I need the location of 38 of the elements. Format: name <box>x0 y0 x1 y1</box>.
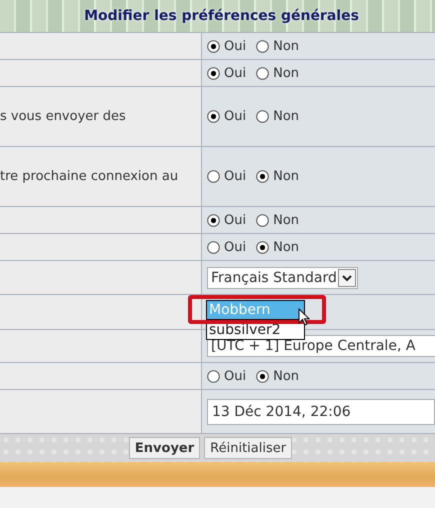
radio-label[interactable]: Non <box>273 368 300 384</box>
radio-label[interactable]: Oui <box>224 66 246 80</box>
radio-label[interactable]: Non <box>273 38 300 54</box>
radio-label[interactable]: Non <box>273 66 300 80</box>
radio-button[interactable] <box>207 40 220 52</box>
radio-button[interactable] <box>207 240 220 254</box>
label-cell: tre prochaine connexion au <box>0 147 202 206</box>
radio-button[interactable] <box>256 40 270 52</box>
radio-button[interactable] <box>207 110 220 123</box>
radio-label[interactable]: Oui <box>224 240 246 254</box>
radio-button[interactable] <box>256 110 270 123</box>
radio-button[interactable] <box>256 66 270 80</box>
select-field[interactable]: [UTC + 1] Europe Centrale, A <box>207 335 435 357</box>
radio-label[interactable]: Non <box>273 212 300 228</box>
radio-label[interactable]: Oui <box>224 169 246 184</box>
radio-button[interactable] <box>207 170 220 183</box>
radio-button[interactable] <box>256 214 270 226</box>
radio-label[interactable]: Non <box>273 240 300 254</box>
radio-button[interactable] <box>256 170 270 183</box>
radio-label[interactable]: Non <box>273 109 300 124</box>
select-field[interactable]: Français Standard <box>207 266 358 288</box>
radio-label[interactable]: Oui <box>224 368 246 384</box>
chevron-down-icon <box>338 268 356 286</box>
radio-label[interactable]: Oui <box>224 38 246 54</box>
label-cell: s vous envoyer des <box>0 87 202 146</box>
radio-button[interactable] <box>207 214 220 226</box>
radio-label[interactable]: Oui <box>224 109 246 124</box>
radio-button[interactable] <box>256 240 270 254</box>
radio-label[interactable]: Oui <box>224 212 246 228</box>
section-title: Modifier les préférences générales <box>84 8 359 24</box>
cursor-icon <box>298 308 310 326</box>
reset-button[interactable]: Réinitialiser <box>204 437 292 459</box>
radio-button[interactable] <box>207 370 220 382</box>
submit-button[interactable]: Envoyer <box>128 437 200 459</box>
radio-button[interactable] <box>256 370 270 382</box>
radio-label[interactable]: Non <box>273 169 300 184</box>
date-field[interactable]: 13 Déc 2014, 22:06 <box>207 398 435 424</box>
radio-button[interactable] <box>207 66 220 80</box>
